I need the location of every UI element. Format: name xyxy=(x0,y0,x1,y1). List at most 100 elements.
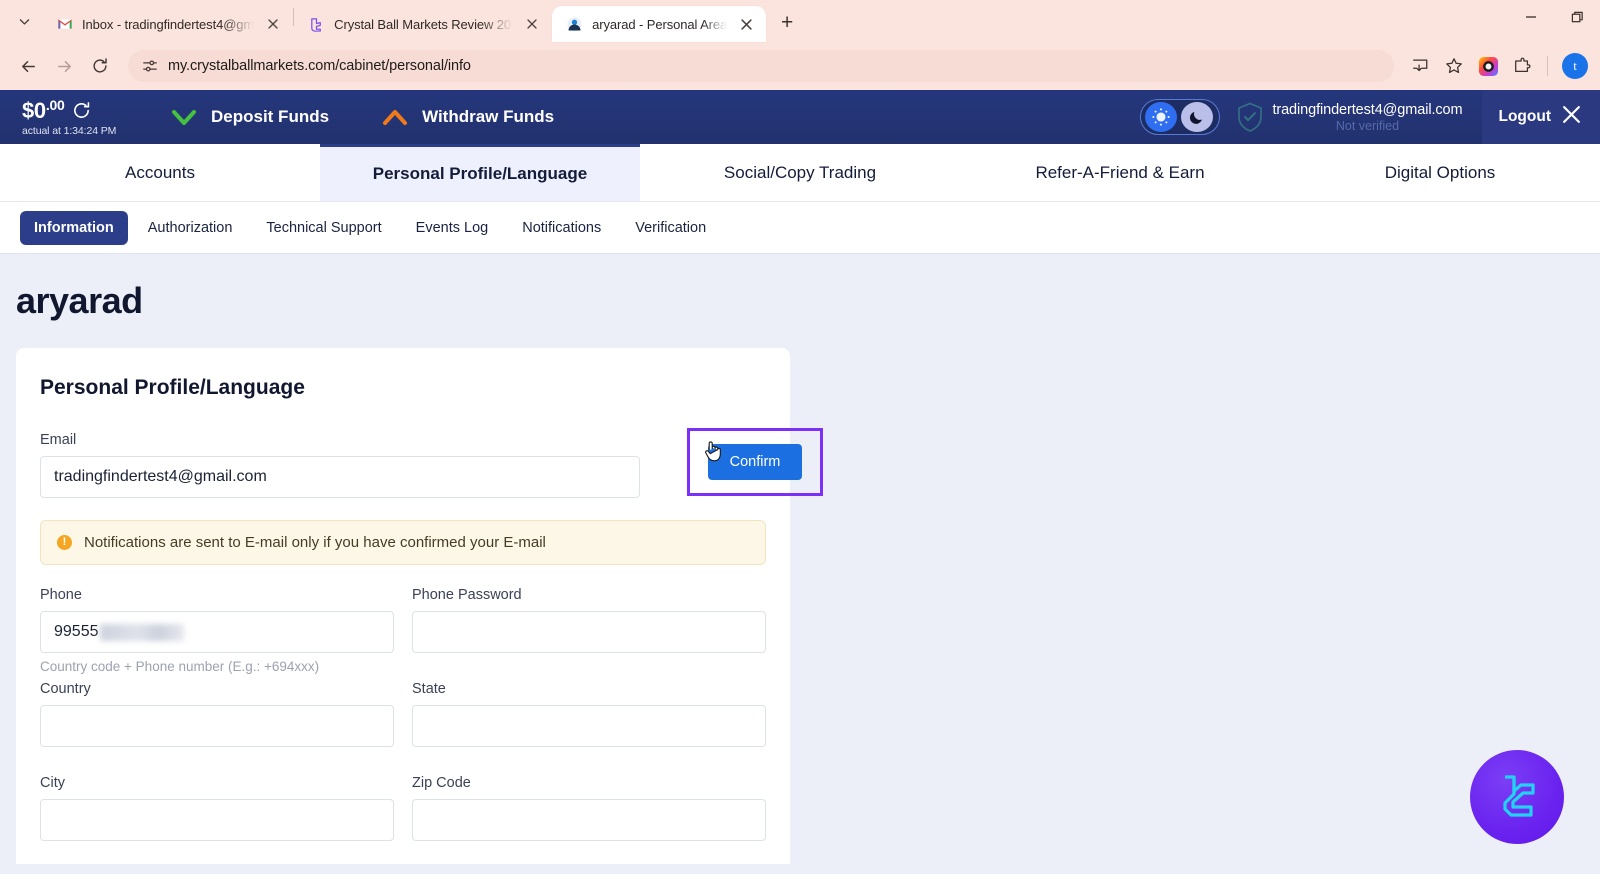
tab-technical-support[interactable]: Technical Support xyxy=(252,211,395,245)
toolbar-actions: t xyxy=(1404,50,1588,82)
confirm-button[interactable]: Confirm xyxy=(707,444,803,480)
phone-password-label: Phone Password xyxy=(412,587,522,603)
city-label: City xyxy=(40,775,65,791)
maximize-icon[interactable] xyxy=(1554,0,1600,34)
tab-close-icon[interactable] xyxy=(736,14,756,34)
balance-amount: $0.00 xyxy=(22,97,65,124)
notice-text: Notifications are sent to E-mail only if… xyxy=(84,534,546,551)
tab-notifications[interactable]: Notifications xyxy=(508,211,615,245)
back-arrow-icon[interactable] xyxy=(12,50,44,82)
avatar[interactable]: t xyxy=(1562,53,1588,79)
minimize-icon[interactable] xyxy=(1508,0,1554,34)
balance-block: $0.00 actual at 1:34:24 PM xyxy=(0,97,124,137)
tab-authorization[interactable]: Authorization xyxy=(134,211,247,245)
site-settings-icon[interactable] xyxy=(142,58,158,74)
state-input[interactable] xyxy=(412,705,766,747)
gmail-icon xyxy=(56,16,73,33)
phone-input[interactable]: 99555 xyxy=(40,611,394,653)
chat-widget-button[interactable] xyxy=(1470,750,1564,844)
warning-icon: ! xyxy=(57,535,72,550)
state-label: State xyxy=(412,681,446,697)
theme-toggle[interactable] xyxy=(1140,99,1221,135)
field-country: Country xyxy=(40,681,394,771)
reload-icon[interactable] xyxy=(84,50,116,82)
country-input[interactable] xyxy=(40,705,394,747)
withdraw-funds-label: Withdraw Funds xyxy=(422,107,555,126)
main-navigation: Accounts Personal Profile/Language Socia… xyxy=(0,144,1600,202)
nav-item-social-copy-trading[interactable]: Social/Copy Trading xyxy=(640,144,960,201)
country-label: Country xyxy=(40,681,91,697)
shield-check-icon xyxy=(1236,102,1264,132)
nav-item-accounts[interactable]: Accounts xyxy=(0,144,320,201)
sub-navigation: Information Authorization Technical Supp… xyxy=(0,202,1600,254)
refresh-icon[interactable] xyxy=(72,101,91,120)
header-right-group: tradingfindertest4@gmail.com Not verifie… xyxy=(1140,90,1600,144)
logout-button[interactable]: Logout xyxy=(1482,90,1600,144)
account-email: tradingfindertest4@gmail.com xyxy=(1272,101,1463,118)
phone-password-hint xyxy=(412,659,766,677)
phone-masked-digits xyxy=(99,623,184,641)
city-input[interactable] xyxy=(40,799,394,841)
tab-verification[interactable]: Verification xyxy=(621,211,720,245)
browser-tab-active[interactable]: aryarad - Personal Area xyxy=(552,6,767,42)
tab-search-icon[interactable] xyxy=(6,0,42,42)
site-header: $0.00 actual at 1:34:24 PM Deposit Funds… xyxy=(0,90,1600,144)
field-phone-password: Phone Password xyxy=(412,587,766,677)
deposit-funds-button[interactable]: Deposit Funds xyxy=(170,107,329,127)
field-state: State xyxy=(412,681,766,771)
tab-title: Crystal Ball Markets Review 202 xyxy=(334,16,514,32)
chevron-up-orange-icon xyxy=(381,107,409,127)
balance-timestamp: actual at 1:34:24 PM xyxy=(22,124,117,137)
close-x-icon xyxy=(1561,104,1582,130)
address-bar-url: my.crystalballmarkets.com/cabinet/person… xyxy=(168,58,471,74)
field-city: City xyxy=(40,775,394,841)
card-title: Personal Profile/Language xyxy=(40,376,305,399)
crystalball-icon xyxy=(308,16,325,33)
zip-code-input[interactable] xyxy=(412,799,766,841)
tab-information[interactable]: Information xyxy=(20,210,128,245)
nav-item-personal-profile[interactable]: Personal Profile/Language xyxy=(320,144,640,201)
star-icon[interactable] xyxy=(1438,50,1470,82)
profile-card: Personal Profile/Language Email Confirm … xyxy=(16,348,823,864)
nav-item-refer-a-friend[interactable]: Refer-A-Friend & Earn xyxy=(960,144,1280,201)
chevron-down-green-icon xyxy=(170,107,198,127)
browser-tab[interactable]: Inbox - tradingfindertest4@gm xyxy=(42,6,293,42)
withdraw-funds-button[interactable]: Withdraw Funds xyxy=(381,107,554,127)
balance-dollars: $0 xyxy=(22,97,46,123)
browser-tab[interactable]: Crystal Ball Markets Review 202 xyxy=(294,6,552,42)
profile-form-grid: Phone 99555 Country code + Phone number … xyxy=(40,587,766,845)
personal-area-icon xyxy=(566,16,583,33)
tab-title: Inbox - tradingfindertest4@gm xyxy=(82,16,255,32)
confirm-highlight-box: Confirm xyxy=(687,428,823,496)
state-hint xyxy=(412,753,766,771)
account-verification-status: Not verified xyxy=(1335,118,1400,133)
tab-events-log[interactable]: Events Log xyxy=(402,211,503,245)
field-zip-code: Zip Code xyxy=(412,775,766,841)
tab-close-icon[interactable] xyxy=(263,14,283,34)
tab-title: aryarad - Personal Area xyxy=(592,16,728,32)
extensions-puzzle-icon[interactable] xyxy=(1506,50,1538,82)
forward-arrow-icon[interactable] xyxy=(48,50,80,82)
new-tab-button[interactable]: + xyxy=(770,6,804,40)
tab-close-icon[interactable] xyxy=(522,14,542,34)
email-confirmation-notice: ! Notifications are sent to E-mail only … xyxy=(40,520,766,565)
moon-icon[interactable] xyxy=(1181,102,1214,132)
window-controls xyxy=(1508,0,1600,42)
email-label: Email xyxy=(40,432,77,448)
account-block[interactable]: tradingfindertest4@gmail.com Not verifie… xyxy=(1272,102,1482,133)
phone-password-input[interactable] xyxy=(412,611,766,653)
extension-icon[interactable] xyxy=(1472,50,1504,82)
address-bar[interactable]: my.crystalballmarkets.com/cabinet/person… xyxy=(128,50,1394,82)
browser-toolbar: my.crystalballmarkets.com/cabinet/person… xyxy=(0,42,1600,90)
email-input[interactable] xyxy=(40,456,640,498)
field-phone: Phone 99555 Country code + Phone number … xyxy=(40,587,394,677)
chat-logo-icon xyxy=(1491,769,1543,826)
nav-item-digital-options[interactable]: Digital Options xyxy=(1280,144,1600,201)
country-hint xyxy=(40,753,394,771)
sun-icon[interactable] xyxy=(1145,102,1178,132)
install-app-icon[interactable] xyxy=(1404,50,1436,82)
page-body: aryarad Personal Profile/Language Email … xyxy=(0,254,1600,864)
deposit-funds-label: Deposit Funds xyxy=(211,107,330,126)
logout-label: Logout xyxy=(1498,108,1551,125)
browser-chrome: Inbox - tradingfindertest4@gm Crystal Ba… xyxy=(0,0,1600,90)
